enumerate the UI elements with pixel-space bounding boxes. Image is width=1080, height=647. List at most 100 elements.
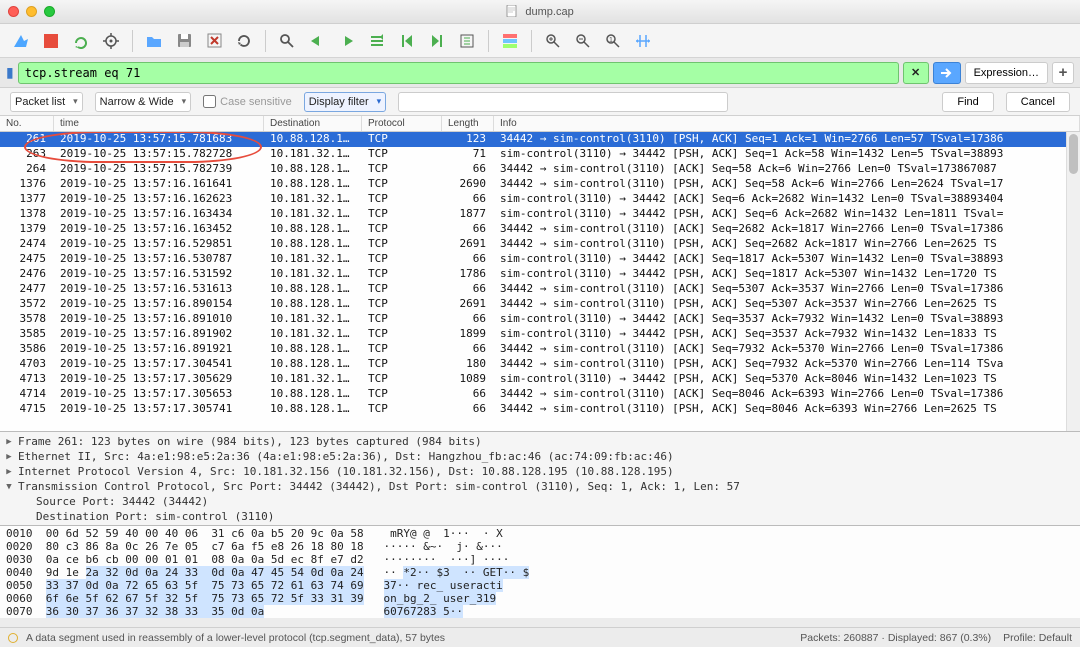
hex-offset: 0040 [6,566,33,579]
expert-info-icon[interactable] [8,633,18,643]
cell-info: 34442 → sim-control(3110) [ACK] Seq=58 A… [494,162,1080,177]
resize-columns-icon[interactable] [630,28,656,54]
table-row[interactable]: 13782019-10-25 13:57:16.16343410.181.32.… [0,207,1080,222]
table-row[interactable]: 35862019-10-25 13:57:16.89192110.88.128.… [0,342,1080,357]
table-row[interactable]: 13792019-10-25 13:57:16.16345210.88.128.… [0,222,1080,237]
table-row[interactable]: 47032019-10-25 13:57:17.30454110.88.128.… [0,357,1080,372]
main-toolbar: 1 [0,24,1080,58]
cell-dest: 10.88.128.1… [264,177,362,192]
expression-button[interactable]: Expression… [965,62,1048,84]
table-row[interactable]: 2642019-10-25 13:57:15.78273910.88.128.1… [0,162,1080,177]
zoom-in-icon[interactable] [540,28,566,54]
go-back-icon[interactable] [304,28,330,54]
table-row[interactable]: 13772019-10-25 13:57:16.16262310.181.32.… [0,192,1080,207]
auto-scroll-icon[interactable] [454,28,480,54]
cell-dest: 10.88.128.1… [264,282,362,297]
scrollbar-thumb[interactable] [1069,134,1078,174]
packet-list[interactable]: 2612019-10-25 13:57:15.78168310.88.128.1… [0,132,1080,432]
charset-label: Narrow & Wide [100,96,174,108]
cell-info: 34442 → sim-control(3110) [PSH, ACK] Seq… [494,402,1080,417]
cell-no: 1379 [0,222,54,237]
cell-len: 71 [442,147,494,162]
search-in-dropdown[interactable]: Packet list▾ [10,92,83,112]
table-row[interactable]: 2612019-10-25 13:57:15.78168310.88.128.1… [0,132,1080,147]
hex-ascii: ····· &~· j· &··· [384,540,503,553]
cell-time: 2019-10-25 13:57:17.305741 [54,402,264,417]
bookmark-icon[interactable]: ▮ [6,64,14,81]
table-row[interactable]: 35722019-10-25 13:57:16.89015410.88.128.… [0,297,1080,312]
cell-dest: 10.181.32.1… [264,252,362,267]
charset-dropdown[interactable]: Narrow & Wide▾ [95,92,192,112]
zoom-out-icon[interactable] [570,28,596,54]
cell-dest: 10.88.128.1… [264,387,362,402]
cell-time: 2019-10-25 13:57:16.161641 [54,177,264,192]
find-packet-icon[interactable] [274,28,300,54]
table-row[interactable]: 35782019-10-25 13:57:16.89101010.181.32.… [0,312,1080,327]
clear-filter-button[interactable]: ✕ [903,62,929,84]
go-forward-icon[interactable] [334,28,360,54]
col-header-no[interactable]: No. [0,116,54,131]
cell-dest: 10.181.32.1… [264,207,362,222]
stop-capture-icon[interactable] [38,28,64,54]
col-header-destination[interactable]: Destination [264,116,362,131]
search-input[interactable] [398,92,728,112]
hex-bytes: 9d 1e [46,566,86,579]
cell-no: 3572 [0,297,54,312]
cell-no: 3578 [0,312,54,327]
table-row[interactable]: 47142019-10-25 13:57:17.30565310.88.128.… [0,387,1080,402]
cell-time: 2019-10-25 13:57:17.305653 [54,387,264,402]
table-row[interactable]: 24762019-10-25 13:57:16.53159210.181.32.… [0,267,1080,282]
table-row[interactable]: 2632019-10-25 13:57:15.78272810.181.32.1… [0,147,1080,162]
cell-no: 2477 [0,282,54,297]
table-row[interactable]: 47132019-10-25 13:57:17.30562910.181.32.… [0,372,1080,387]
expand-icon[interactable]: ▶ [4,467,14,477]
cell-dest: 10.88.128.1… [264,402,362,417]
search-type-label: Display filter [309,96,369,108]
cell-len: 66 [442,282,494,297]
restart-capture-icon[interactable] [68,28,94,54]
save-file-icon[interactable] [171,28,197,54]
case-checkbox[interactable] [203,95,216,108]
cell-info: sim-control(3110) → 34442 [PSH, ACK] Seq… [494,207,1080,222]
table-row[interactable]: 47152019-10-25 13:57:17.30574110.88.128.… [0,402,1080,417]
collapse-icon[interactable]: ▼ [4,482,14,492]
col-header-length[interactable]: Length [442,116,494,131]
zoom-reset-icon[interactable]: 1 [600,28,626,54]
cell-len: 66 [442,222,494,237]
go-first-packet-icon[interactable] [394,28,420,54]
search-type-dropdown[interactable]: Display filter▾ [304,92,386,112]
find-button[interactable]: Find [942,92,993,112]
expand-icon[interactable]: ▶ [4,437,14,447]
table-row[interactable]: 35852019-10-25 13:57:16.89190210.181.32.… [0,327,1080,342]
col-header-info[interactable]: Info [494,116,1080,131]
go-last-packet-icon[interactable] [424,28,450,54]
capture-options-icon[interactable] [98,28,124,54]
table-row[interactable]: 24772019-10-25 13:57:16.53161310.88.128.… [0,282,1080,297]
expand-icon[interactable]: ▶ [4,452,14,462]
table-row[interactable]: 24752019-10-25 13:57:16.53078710.181.32.… [0,252,1080,267]
col-header-time[interactable]: time [54,116,264,131]
hex-ascii: on_bg_2_ user_319 [384,592,497,605]
cell-time: 2019-10-25 13:57:16.163434 [54,207,264,222]
display-filter-input[interactable] [18,62,899,84]
reload-icon[interactable] [231,28,257,54]
table-row[interactable]: 24742019-10-25 13:57:16.52985110.88.128.… [0,237,1080,252]
add-filter-button[interactable]: + [1052,62,1074,84]
table-row[interactable]: 13762019-10-25 13:57:16.16164110.88.128.… [0,177,1080,192]
close-file-icon[interactable] [201,28,227,54]
cell-proto: TCP [362,252,442,267]
detail-dst-port: Destination Port: sim-control (3110) [36,510,274,523]
packet-bytes-pane[interactable]: 0010 00 6d 52 59 40 00 40 06 31 c6 0a b5… [0,526,1080,618]
cell-proto: TCP [362,372,442,387]
shark-fin-icon[interactable] [8,28,34,54]
go-to-packet-icon[interactable] [364,28,390,54]
scrollbar[interactable] [1066,132,1080,431]
cancel-button[interactable]: Cancel [1006,92,1070,112]
case-sensitive-checkbox[interactable]: Case sensitive [203,95,292,108]
apply-filter-button[interactable] [933,62,961,84]
colorize-icon[interactable] [497,28,523,54]
open-file-icon[interactable] [141,28,167,54]
status-profile[interactable]: Profile: Default [1003,632,1072,644]
packet-details-pane[interactable]: ▶Frame 261: 123 bytes on wire (984 bits)… [0,432,1080,526]
col-header-protocol[interactable]: Protocol [362,116,442,131]
